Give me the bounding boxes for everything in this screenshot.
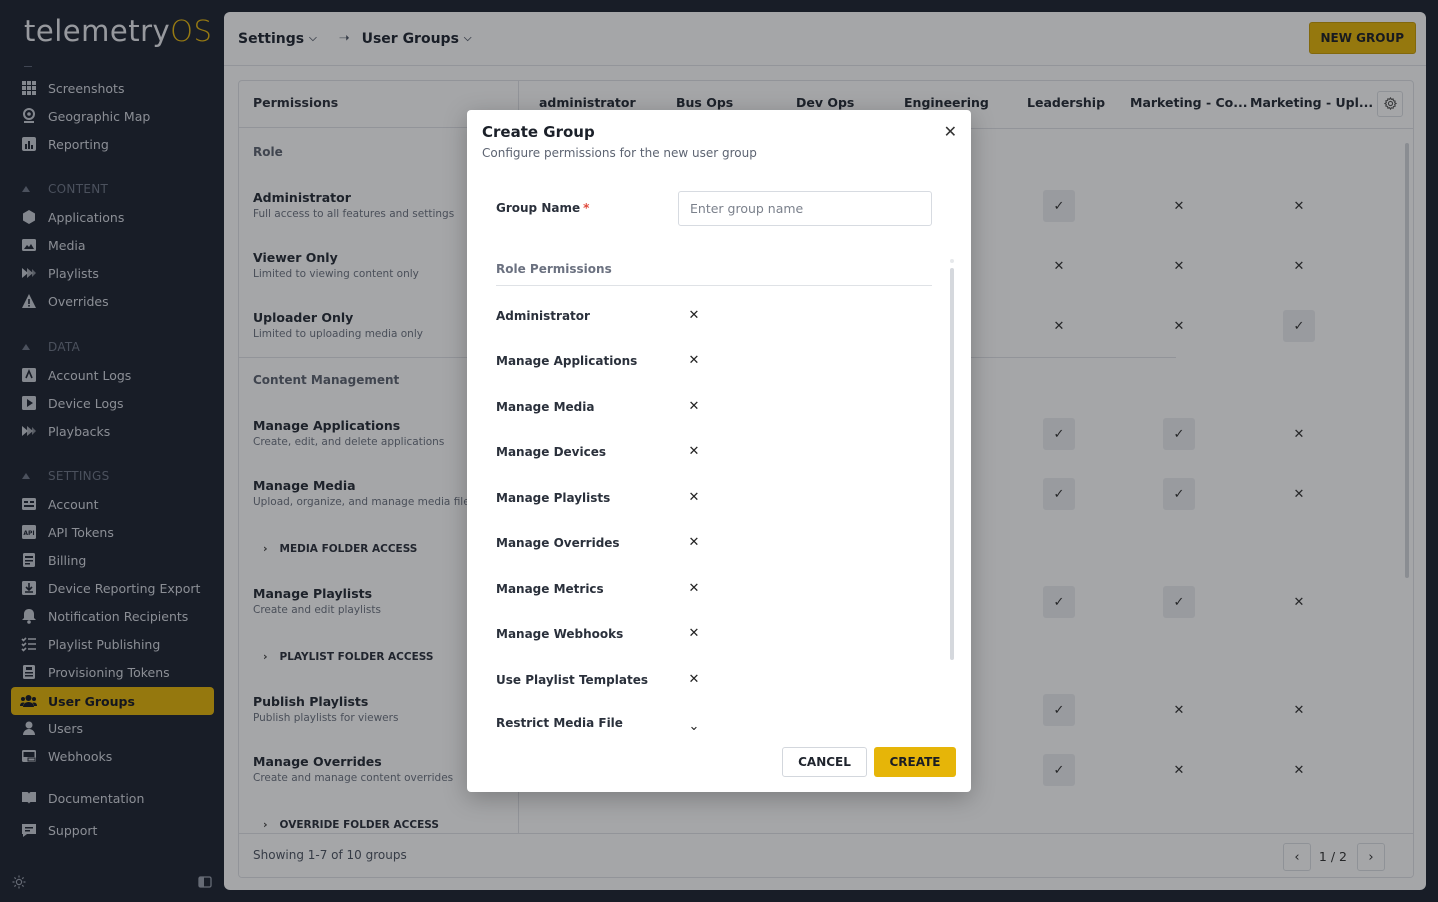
dialog-title: Create Group xyxy=(482,123,595,141)
close-icon[interactable]: ✕ xyxy=(686,535,702,550)
permission-row: Manage Applications ✕ xyxy=(496,353,936,368)
close-icon[interactable]: ✕ xyxy=(686,308,702,323)
dialog-body: Group Name* Role Permissions Administrat… xyxy=(467,182,971,734)
close-icon[interactable]: ✕ xyxy=(686,672,702,687)
permission-row: Manage Playlists ✕ xyxy=(496,490,936,505)
create-button[interactable]: CREATE xyxy=(874,747,956,777)
cancel-button[interactable]: CANCEL xyxy=(782,747,867,777)
close-icon[interactable]: ✕ xyxy=(686,399,702,414)
dialog-subtitle: Configure permissions for the new user g… xyxy=(482,146,757,160)
role-permissions-title: Role Permissions xyxy=(496,262,612,276)
permission-row: Manage Webhooks ✕ xyxy=(496,626,936,641)
permission-row: Manage Overrides ✕ xyxy=(496,535,936,550)
create-group-dialog: Create Group Configure permissions for t… xyxy=(467,110,971,792)
close-icon[interactable]: ✕ xyxy=(686,444,702,459)
group-name-label: Group Name * xyxy=(496,201,590,215)
permission-row: Manage Devices ✕ xyxy=(496,444,936,459)
dialog-scrollbar[interactable] xyxy=(950,268,954,660)
close-icon[interactable]: ✕ xyxy=(944,122,957,141)
close-icon[interactable]: ✕ xyxy=(686,353,702,368)
permission-row: Manage Metrics ✕ xyxy=(496,581,936,596)
permission-row: Administrator ✕ xyxy=(496,308,936,323)
permission-row: Restrict Media File ⌄ xyxy=(496,711,936,735)
scroll-up-arrow[interactable] xyxy=(950,259,954,263)
close-icon[interactable]: ✕ xyxy=(686,626,702,641)
permission-row: Manage Media ✕ xyxy=(496,399,936,414)
divider xyxy=(496,285,932,286)
group-name-input[interactable] xyxy=(678,191,932,226)
close-icon[interactable]: ✕ xyxy=(686,581,702,596)
close-icon[interactable]: ✕ xyxy=(686,490,702,505)
chevron-down-icon[interactable]: ⌄ xyxy=(686,719,702,734)
permission-row: Use Playlist Templates ✕ xyxy=(496,672,936,687)
